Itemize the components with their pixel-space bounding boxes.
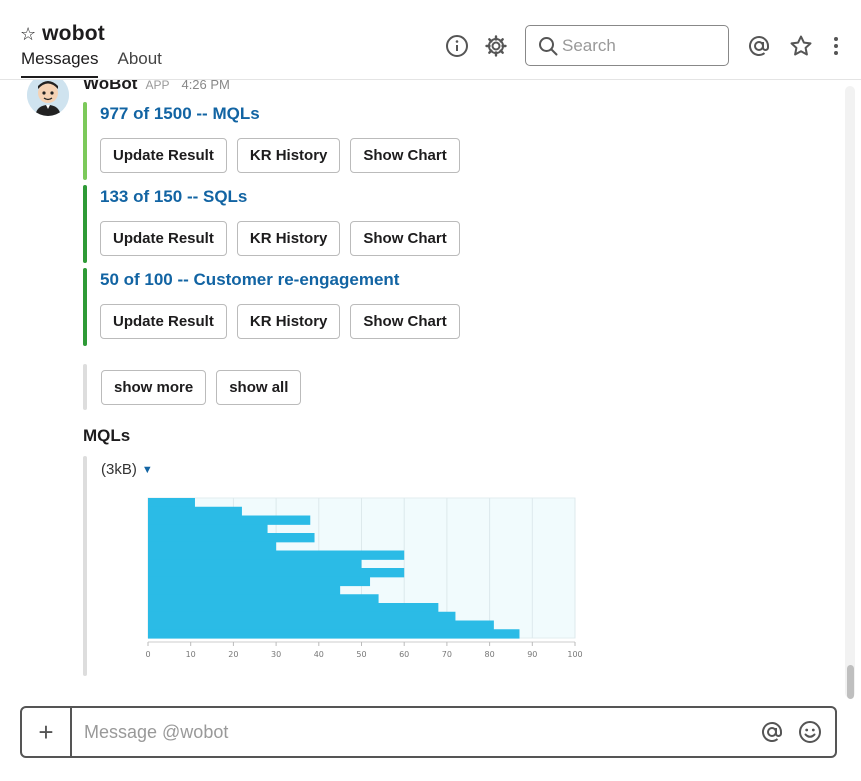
kr-actions: Update Result KR History Show Chart [100, 138, 683, 173]
kr-bar [83, 268, 87, 346]
chart-area-segment [148, 498, 195, 508]
channel-title-row: ☆ wobot [20, 22, 105, 46]
update-result-button[interactable]: Update Result [100, 304, 227, 339]
update-result-button[interactable]: Update Result [100, 138, 227, 173]
bot-avatar[interactable] [27, 80, 69, 116]
chart-area-segment [148, 585, 341, 595]
chart-tick-label: 30 [271, 650, 281, 659]
chart-area-segment [148, 559, 362, 569]
channel-header: ☆ wobot Messages About Search [0, 0, 861, 80]
search-icon [539, 36, 558, 55]
chart-area-segment [148, 603, 439, 613]
chart-tick-label: 90 [527, 650, 537, 659]
show-all-button[interactable]: show all [216, 369, 302, 405]
info-icon[interactable] [444, 33, 470, 59]
kr-item: 133 of 150 -- SQLs Update Result KR Hist… [83, 185, 683, 263]
chart-tick-label: 50 [356, 650, 366, 659]
kr-actions: Update Result KR History Show Chart [100, 221, 683, 256]
chart-tick-label: 100 [567, 650, 582, 659]
kr-actions: Update Result KR History Show Chart [100, 304, 683, 339]
message-time[interactable]: 4:26 PM [181, 80, 229, 92]
chart-tick-label: 60 [399, 650, 409, 659]
kr-title[interactable]: 977 of 1500 -- MQLs [100, 102, 683, 126]
chart-tick-label: 10 [186, 650, 196, 659]
kr-history-button[interactable]: KR History [236, 304, 341, 339]
chart-area-segment [148, 515, 311, 525]
scrollbar-thumb[interactable] [847, 665, 854, 699]
chart-area-segment [148, 541, 277, 552]
kr-item: 977 of 1500 -- MQLs Update Result KR His… [83, 102, 683, 180]
search-input[interactable]: Search [525, 25, 729, 66]
show-chart-button[interactable]: Show Chart [350, 304, 460, 339]
chart-tick-label: 70 [442, 650, 452, 659]
chart-area-segment [148, 506, 242, 517]
channel-name: wobot [42, 22, 105, 45]
attachment-title[interactable]: MQLs [83, 426, 130, 446]
chart-area-segment [148, 594, 379, 604]
chart-area-segment [148, 550, 405, 560]
more-bar [83, 364, 87, 410]
file-size: (3kB) [101, 461, 137, 478]
show-chart-button[interactable]: Show Chart [350, 221, 460, 256]
emoji-icon[interactable] [797, 719, 823, 745]
tab-about[interactable]: About [117, 49, 161, 78]
kr-history-button[interactable]: KR History [236, 221, 341, 256]
chart-tick-label: 0 [145, 650, 150, 659]
app-badge: APP [145, 80, 170, 92]
chart-area-segment [148, 620, 494, 630]
attachment-bar [83, 456, 87, 676]
channel-tabs: Messages About [21, 49, 181, 78]
chart-tick-label: 20 [228, 650, 238, 659]
mentions-icon[interactable] [746, 33, 772, 59]
chart-area-segment [148, 524, 268, 534]
kr-title[interactable]: 133 of 150 -- SQLs [100, 185, 683, 209]
kr-item: 50 of 100 -- Customer re-engagement Upda… [83, 268, 683, 346]
kr-history-button[interactable]: KR History [236, 138, 341, 173]
chart-area-segment [148, 576, 371, 587]
sender-name[interactable]: WoBot [83, 80, 137, 94]
show-chart-button[interactable]: Show Chart [350, 138, 460, 173]
chart-area-segment [148, 568, 405, 578]
gear-icon[interactable] [483, 33, 509, 59]
chart-area-segment [148, 611, 456, 622]
mql-chart[interactable]: 0 10 20 30 40 50 60 70 80 90 100 [138, 494, 588, 669]
kr-bar [83, 102, 87, 180]
message-composer: + [20, 706, 837, 758]
star-icon[interactable]: ☆ [20, 25, 36, 43]
mention-icon[interactable] [759, 719, 785, 745]
pagination-actions: show more show all [83, 364, 311, 410]
chart-area-segment [148, 533, 315, 543]
show-more-button[interactable]: show more [101, 369, 207, 405]
message-meta: WoBot APP 4:26 PM [83, 80, 230, 94]
message-input[interactable] [72, 708, 759, 756]
add-attachment-button[interactable]: + [22, 708, 72, 756]
starred-items-icon[interactable] [788, 33, 814, 59]
search-placeholder: Search [562, 35, 616, 55]
kr-title[interactable]: 50 of 100 -- Customer re-engagement [100, 268, 683, 292]
caret-down-icon[interactable]: ▼ [142, 464, 153, 476]
message-list: WoBot APP 4:26 PM 977 of 1500 -- MQLs Up… [0, 80, 861, 695]
chart-attachment: (3kB) ▼ 0 10 20 30 40 50 60 70 80 90 100 [83, 456, 603, 676]
scrollbar-track[interactable] [845, 86, 855, 698]
update-result-button[interactable]: Update Result [100, 221, 227, 256]
chart-tick-label: 80 [485, 650, 495, 659]
file-size-toggle[interactable]: (3kB) ▼ [101, 461, 153, 478]
kr-bar [83, 185, 87, 263]
chart-area-segment [148, 629, 520, 639]
chart-tick-label: 40 [314, 650, 324, 659]
more-options-icon[interactable] [823, 33, 849, 59]
tab-messages[interactable]: Messages [21, 49, 99, 78]
